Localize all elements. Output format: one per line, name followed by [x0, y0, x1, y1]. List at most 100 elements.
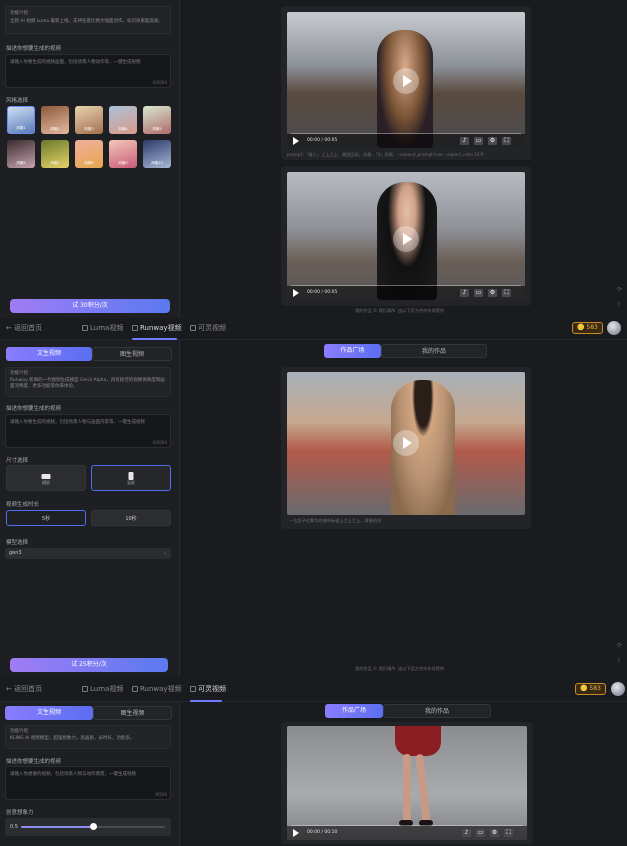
- style-thumb[interactable]: 风格6: [7, 140, 35, 168]
- gear-icon[interactable]: ⚙: [490, 829, 499, 837]
- tab-gallery[interactable]: 作品广场: [325, 704, 383, 718]
- top-nav: ← 返回首页 Luma视频 Runway视频 可灵视频 🪙 583: [0, 676, 627, 702]
- tab-my-works[interactable]: 我的作品: [381, 344, 487, 358]
- size-label: 尺寸选择: [6, 458, 29, 464]
- generate-button[interactable]: 试 25积分/次: [10, 658, 168, 672]
- coin-balance[interactable]: 🪙 583: [572, 322, 603, 334]
- play-button[interactable]: [393, 430, 419, 456]
- tab-image-to-video[interactable]: 图生视频: [92, 347, 172, 361]
- tab-luma[interactable]: Luma视频: [82, 323, 123, 333]
- play-icon[interactable]: [293, 137, 299, 145]
- gear-icon[interactable]: ⚙: [488, 289, 497, 297]
- luma-panel-band: 功能介绍 全新 AI 视频 Luma 最新上线，支持任意比例大幅面创作，标识效果…: [0, 0, 627, 318]
- refresh-icon[interactable]: ⟳: [617, 286, 622, 293]
- video-time: 00:00 / 00:10: [307, 830, 338, 835]
- pip-icon[interactable]: ▭: [474, 289, 483, 297]
- play-button[interactable]: [393, 68, 419, 94]
- help-icon[interactable]: ?: [617, 658, 620, 665]
- style-thumb[interactable]: 风格1: [7, 106, 35, 134]
- creativity-slider[interactable]: 0.5: [5, 818, 171, 836]
- fullscreen-icon[interactable]: ⛶: [504, 829, 513, 837]
- chevron-down-icon: ⌄: [162, 550, 167, 556]
- footer-text: 我的作品 © 我们通AI 由以下官方合作伙伴提供: [355, 666, 445, 671]
- video-time: 00:00 / 00:05: [307, 290, 338, 295]
- style-thumb[interactable]: 风格2: [41, 106, 69, 134]
- luma-icon: [82, 686, 88, 692]
- play-icon[interactable]: [293, 829, 299, 837]
- volume-icon[interactable]: ♪: [460, 289, 469, 297]
- gear-icon[interactable]: ⚙: [488, 137, 497, 145]
- avatar[interactable]: [607, 321, 621, 335]
- video-card: 00:00 / 00:05 ♪ ▭ ⚙ ⛶ prompt：「美人」之上之上，美国…: [281, 6, 531, 160]
- fullscreen-icon[interactable]: ⛶: [502, 137, 511, 145]
- kling-icon: [190, 325, 196, 331]
- style-thumb[interactable]: 风格5: [143, 106, 171, 134]
- luma-icon: [82, 325, 88, 331]
- tab-text-to-video[interactable]: 文生视频: [6, 347, 92, 361]
- style-thumb[interactable]: 风格10: [143, 140, 171, 168]
- back-home-link[interactable]: ← 返回首页: [6, 684, 42, 694]
- video-time: 00:00 / 00:05: [307, 138, 338, 143]
- duration-option-5s[interactable]: 5秒: [6, 510, 86, 526]
- runway-panel-band: ← 返回首页 Luma视频 Runway视频 可灵视频 🪙 583 文生视频 图…: [0, 318, 627, 676]
- style-thumb[interactable]: 风格3: [75, 106, 103, 134]
- help-icon[interactable]: ?: [617, 302, 620, 309]
- slider-knob[interactable]: [90, 823, 97, 830]
- generate-button[interactable]: 试 30积分/次: [10, 299, 170, 313]
- style-thumb[interactable]: 风格7: [41, 140, 69, 168]
- duration-label: 视频生成时长: [6, 502, 40, 508]
- play-icon[interactable]: [293, 289, 299, 297]
- tab-my-works[interactable]: 我的作品: [383, 704, 491, 718]
- play-button[interactable]: [393, 226, 419, 252]
- prompt-input[interactable]: 请输入你要生成的视频，包括场景人物与画面内容等，一键生成视频 0/2000: [5, 414, 171, 448]
- tab-kling[interactable]: 可灵视频: [190, 684, 226, 694]
- left-panel: 文生视频 图生视频 功能介绍 Runway 新闻的一代视频生成模型 Gen3 A…: [0, 340, 180, 676]
- intro-box: 功能介绍 KLING AI 视频模型，超强想象力，高画质，长时长，功能多。: [5, 725, 171, 749]
- tab-luma[interactable]: Luma视频: [82, 684, 123, 694]
- pip-icon[interactable]: ▭: [476, 829, 485, 837]
- style-thumb[interactable]: 风格8: [75, 140, 103, 168]
- video-controls: 00:00 / 00:05 ♪ ▭ ⚙ ⛶: [287, 134, 525, 148]
- style-thumb[interactable]: 风格9: [109, 140, 137, 168]
- intro-box: 功能介绍 全新 AI 视频 Luma 最新上线，支持任意比例大幅面创作，标识效果…: [5, 6, 171, 34]
- pip-icon[interactable]: ▭: [474, 137, 483, 145]
- video-controls: 00:00 / 00:05 ♪ ▭ ⚙ ⛶: [287, 286, 525, 300]
- left-panel: 功能介绍 全新 AI 视频 Luma 最新上线，支持任意比例大幅面创作，标识效果…: [0, 0, 180, 318]
- back-home-link[interactable]: ← 返回首页: [6, 323, 42, 333]
- fullscreen-icon[interactable]: ⛶: [502, 289, 511, 297]
- gallery-area: 作品广场 我的作品 00:00 / 00:10 ♪ ▭ ⚙ ⛶: [180, 702, 627, 846]
- refresh-icon[interactable]: ⟳: [617, 642, 622, 649]
- video-caption: 一位女子在繁华的城市街道上之上之上，周围热闹: [289, 518, 382, 523]
- video-controls: 00:00 / 00:10 ♪ ▭ ⚙ ⛶: [287, 826, 527, 840]
- size-option-portrait[interactable]: 竖屏: [91, 465, 171, 491]
- avatar[interactable]: [611, 682, 625, 696]
- portrait-icon: [128, 472, 134, 480]
- tab-gallery[interactable]: 作品广场: [324, 344, 381, 358]
- video-card: 一位女子在繁华的城市街道上之上之上，周围热闹: [281, 367, 531, 529]
- prompt-label: 描述你想要生成的视频: [6, 759, 62, 765]
- video-card: 00:00 / 00:05 ♪ ▭ ⚙ ⛶: [281, 166, 531, 306]
- slider-fill: [21, 826, 93, 828]
- duration-option-10s[interactable]: 10秒: [91, 510, 171, 526]
- kling-icon: [190, 686, 196, 692]
- style-thumb[interactable]: 风格4: [109, 106, 137, 134]
- tab-runway[interactable]: Runway视频: [132, 684, 182, 694]
- top-nav: ← 返回首页 Luma视频 Runway视频 可灵视频 🪙 583: [0, 318, 627, 340]
- tab-runway[interactable]: Runway视频: [132, 323, 182, 333]
- video-player[interactable]: [287, 372, 525, 515]
- volume-icon[interactable]: ♪: [460, 137, 469, 145]
- tab-kling[interactable]: 可灵视频: [190, 323, 226, 333]
- intro-title: 功能介绍: [10, 729, 28, 734]
- size-option-landscape[interactable]: 横屏: [6, 465, 86, 491]
- tab-image-to-video[interactable]: 图生视频: [93, 706, 172, 720]
- prompt-input[interactable]: 请输入你要生成的视频画面，包括场景人物动作等，一键生成视频 0/2000: [5, 54, 171, 88]
- volume-icon[interactable]: ♪: [462, 829, 471, 837]
- model-select[interactable]: gen3 ⌄: [5, 548, 171, 559]
- coin-balance[interactable]: 🪙 583: [575, 683, 606, 695]
- intro-title: 功能介绍: [10, 11, 28, 16]
- prompt-input[interactable]: 请输入你想要的视频，包括场景人物与动作情景，一键生成视频 0/500: [5, 766, 171, 800]
- tab-text-to-video[interactable]: 文生视频: [5, 706, 93, 720]
- video-player[interactable]: 00:00 / 00:05 ♪ ▭ ⚙ ⛶: [287, 172, 525, 300]
- video-player[interactable]: 00:00 / 00:05 ♪ ▭ ⚙ ⛶: [287, 12, 525, 148]
- video-player[interactable]: 00:00 / 00:10 ♪ ▭ ⚙ ⛶: [287, 726, 527, 840]
